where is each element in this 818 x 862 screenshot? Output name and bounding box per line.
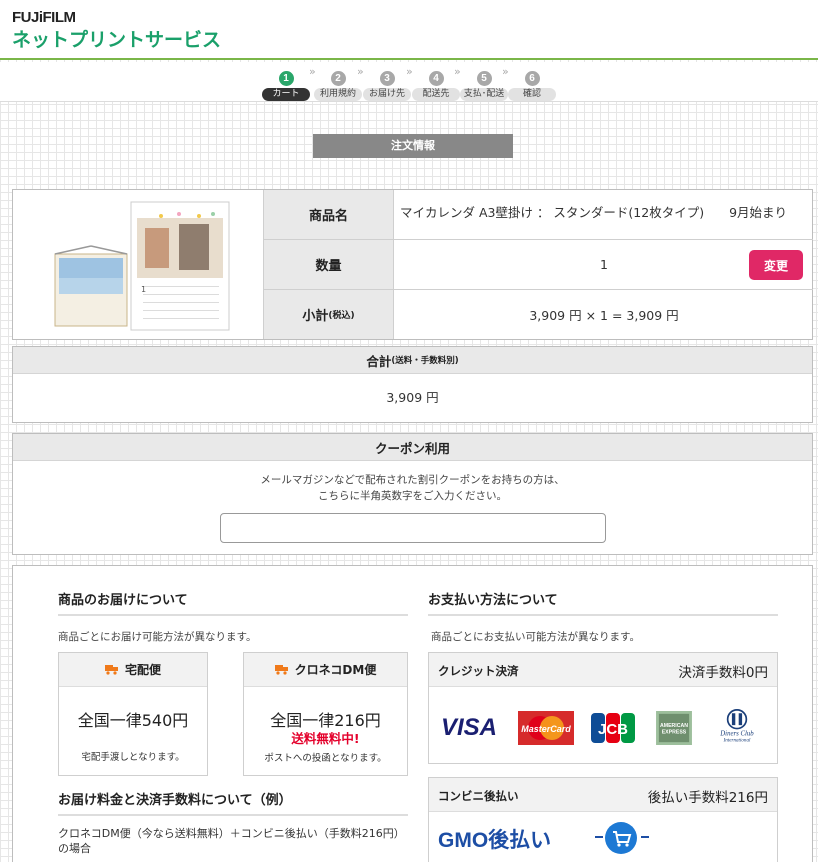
progress-steps: 1 カート » 2 利用規約 » 3 お届け先 » 4 配送先 » 5 支払･配…	[0, 62, 818, 102]
coupon-title: クーポン利用	[13, 434, 812, 461]
payment-title: お支払い方法について	[428, 593, 558, 608]
step-number: 1	[278, 71, 294, 86]
shipping-note: 宅配手渡しとなります。	[81, 752, 185, 763]
step-label: カート	[262, 88, 310, 101]
step-label: 確認	[508, 88, 556, 101]
product-name-value: マイカレンダ A3壁掛け ： スタンダード(12枚タイプ) 9月始まり	[400, 205, 788, 220]
svg-text:International: International	[723, 737, 751, 743]
shipping-price: 全国一律540円	[77, 711, 189, 730]
coupon-instructions: メールマガジンなどで配布された割引クーポンをお持ちの方は、 こちらに半角英数字を…	[13, 472, 812, 504]
step-label: お届け先	[363, 88, 411, 101]
subtotal-label: 小計	[302, 309, 329, 324]
total-note: (送料・手数料別)	[391, 356, 459, 366]
payment-method-credit: クレジット決済 決済手数料0円 VISA MasterCard JCB AMER…	[428, 652, 778, 764]
service-logo[interactable]: ネットプリントサービス	[12, 25, 221, 52]
total-box: 合計 (送料・手数料別) 3,909 円	[12, 346, 813, 423]
total-header: 合計 (送料・手数料別)	[13, 347, 812, 374]
step-label: 利用規約	[314, 88, 362, 101]
shipping-option-name: 宅配便	[124, 663, 161, 677]
shipping-option-name: クロネコDM便	[294, 663, 377, 677]
visa-icon: VISA	[441, 714, 497, 741]
shipping-option-head: クロネコDM便	[244, 653, 407, 687]
change-button[interactable]: 変更	[749, 250, 803, 280]
payment-method-head: クレジット決済 決済手数料0円	[429, 653, 777, 687]
step-number: 4	[428, 71, 444, 86]
order-info-title: 注文情報	[313, 134, 513, 158]
coupon-line-2: こちらに半角英数字をご入力ください。	[318, 490, 507, 502]
step-label: 配送先	[412, 88, 460, 101]
subtotal-tax-note: (税込)	[328, 311, 355, 321]
step-label: 支払･配送	[460, 88, 508, 101]
delivery-title: 商品のお届けについて	[58, 593, 188, 608]
fee-example-line-1: クロネコDM便（今なら送料無料）＋コンビニ後払い（手数料216円）	[58, 827, 405, 840]
step-number: 6	[524, 71, 540, 86]
shipping-option-head: 宅配便	[59, 653, 207, 687]
total-label: 合計	[366, 353, 392, 369]
svg-text:JCB: JCB	[598, 721, 628, 738]
svg-text:MasterCard: MasterCard	[521, 724, 571, 734]
free-shipping-badge: 送料無料中!	[291, 731, 360, 746]
payment-method-name: コンビニ後払い	[438, 789, 519, 803]
total-value: 3,909 円	[386, 390, 439, 405]
subtotal-value: 3,909 円 × 1 = 3,909 円	[529, 308, 679, 323]
step-cart: 1 カート	[261, 66, 311, 101]
payment-method-fee: 決済手数料0円	[678, 665, 768, 681]
step-confirm: 6 確認	[507, 66, 557, 101]
gmo-atobarai-logo: GMO後払い	[438, 829, 552, 852]
step-number: 2	[330, 71, 346, 86]
payment-method-name: クレジット決済	[438, 664, 519, 678]
fee-example-title: お届け料金と決済手数料について（例）	[58, 793, 292, 808]
truck-icon	[274, 664, 289, 675]
step-number: 5	[476, 71, 492, 86]
svg-text:Diners Club: Diners Club	[719, 730, 754, 737]
logo-dash	[641, 836, 649, 838]
diners-club-icon: Diners Club International	[719, 709, 754, 743]
site-header: FUJiFILM ネットプリントサービス	[0, 0, 818, 60]
coupon-line-1: メールマガジンなどで配布された割引クーポンをお持ちの方は、	[260, 474, 565, 486]
info-box: 商品のお届けについて 商品ごとにお届け可能方法が異なります。 宅配便 全国一律5…	[12, 565, 813, 862]
divider	[58, 814, 408, 816]
coupon-input[interactable]	[220, 513, 606, 543]
shipping-note: ポストへの投函となります。	[264, 753, 387, 764]
logo-dash	[595, 836, 603, 838]
product-table: 商品名 マイカレンダ A3壁掛け ： スタンダード(12枚タイプ) 9月始まり …	[263, 190, 813, 339]
divider	[58, 614, 408, 616]
product-box: 1 商品名 マイカレンダ A3壁掛け ： スタンダード(12枚タイプ) 9月始ま…	[12, 189, 813, 340]
fujifilm-logo[interactable]: FUJiFILM	[12, 9, 76, 26]
table-row: 小計 (税込) 3,909 円 × 1 = 3,909 円	[264, 290, 813, 339]
step-terms: 2 利用規約	[313, 66, 363, 101]
table-row: 数量 1 変更	[264, 240, 813, 290]
truck-icon	[104, 664, 119, 675]
mastercard-icon: MasterCard	[518, 711, 574, 745]
payment-method-fee: 後払い手数料216円	[647, 790, 768, 806]
svg-text:EXPRESS: EXPRESS	[662, 730, 687, 736]
table-row: 商品名 マイカレンダ A3壁掛け ： スタンダード(12枚タイプ) 9月始まり	[264, 190, 813, 240]
svg-text:VISA: VISA	[441, 714, 497, 741]
delivery-note: 商品ごとにお届け可能方法が異なります。	[58, 631, 257, 643]
shipping-option-kuroneko: クロネコDM便 全国一律216円 送料無料中! ポストへの投函となります。	[243, 652, 408, 776]
subtotal-header: 小計 (税込)	[264, 290, 394, 339]
jcb-icon: JCB	[591, 713, 635, 743]
shipping-option-takuhai: 宅配便 全国一律540円 宅配手渡しとなります。	[58, 652, 208, 776]
payment-method-head: コンビニ後払い 後払い手数料216円	[429, 778, 777, 812]
amex-icon: AMERICAN EXPRESS	[656, 711, 692, 745]
payment-method-conveni: コンビニ後払い 後払い手数料216円 GMO後払い	[428, 777, 778, 862]
quantity-header: 数量	[264, 240, 394, 289]
svg-text:AMERICAN: AMERICAN	[660, 723, 688, 729]
product-image: 1	[13, 190, 263, 339]
fee-example-line-2: の場合	[58, 842, 91, 855]
step-number: 3	[379, 71, 395, 86]
coupon-box: クーポン利用 メールマガジンなどで配布された割引クーポンをお持ちの方は、 こちら…	[12, 433, 813, 555]
svg-text:1: 1	[141, 285, 146, 294]
payment-note: 商品ごとにお支払い可能方法が異なります。	[431, 631, 640, 643]
step-recipient: 3 お届け先	[362, 66, 412, 101]
cart-icon	[605, 822, 637, 854]
divider	[428, 614, 778, 616]
product-name-header: 商品名	[264, 190, 394, 239]
